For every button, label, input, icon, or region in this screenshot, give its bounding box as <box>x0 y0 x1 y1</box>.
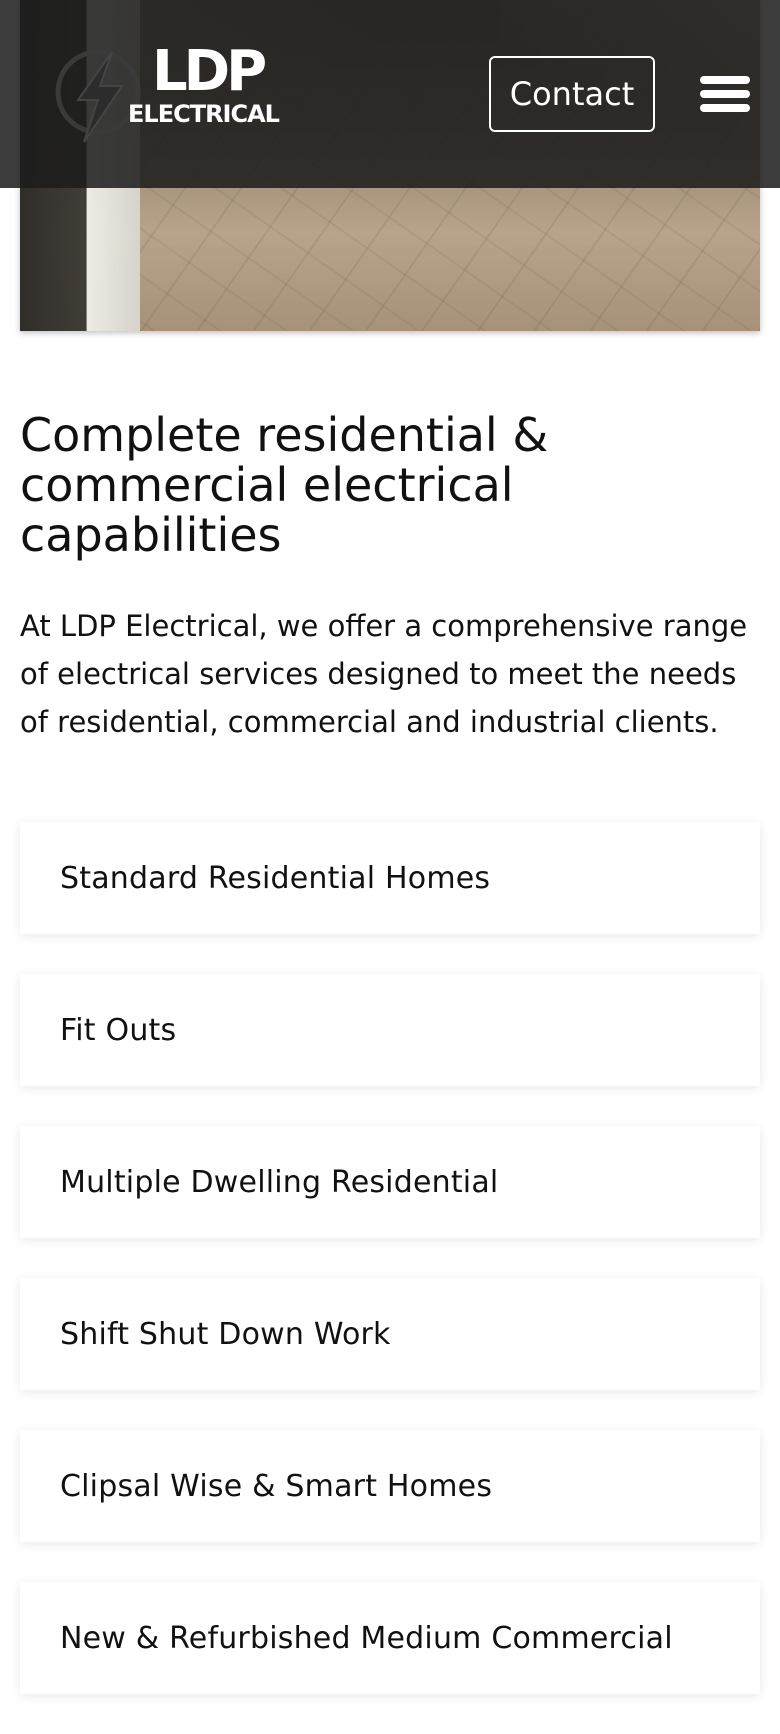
page-title: Complete residential & commercial electr… <box>20 408 549 562</box>
ldp-electrical-logo[interactable]: LDP ELECTRICAL <box>40 42 280 152</box>
logo-wordmark: LDP <box>152 39 267 104</box>
intro-paragraph: At LDP Electrical, we offer a comprehens… <box>20 609 748 739</box>
menu-bar-middle <box>700 90 750 98</box>
lightning-bolt-icon <box>55 49 141 143</box>
menu-bar-bottom <box>700 104 750 112</box>
service-label: New & Refurbished Medium Commercial <box>60 1620 673 1656</box>
service-item-multiple-dwelling-residential[interactable]: Multiple Dwelling Residential <box>20 1126 760 1238</box>
service-label: Multiple Dwelling Residential <box>60 1164 499 1200</box>
service-label: Shift Shut Down Work <box>60 1316 391 1352</box>
service-item-clipsal-wise-smart-homes[interactable]: Clipsal Wise & Smart Homes <box>20 1430 760 1542</box>
service-item-standard-residential-homes[interactable]: Standard Residential Homes <box>20 822 760 934</box>
service-label: Fit Outs <box>60 1012 177 1048</box>
services-list: Standard Residential Homes Fit Outs Mult… <box>20 822 760 1734</box>
logo-subtitle: ELECTRICAL <box>128 100 280 128</box>
menu-bar-top <box>700 76 750 84</box>
service-item-fit-outs[interactable]: Fit Outs <box>20 974 760 1086</box>
service-label: Standard Residential Homes <box>60 860 491 896</box>
site-header: LDP ELECTRICAL Contact <box>0 0 780 188</box>
service-label: Clipsal Wise & Smart Homes <box>60 1468 493 1504</box>
hamburger-menu-icon[interactable] <box>700 72 754 118</box>
service-item-new-refurbished-medium-commercial[interactable]: New & Refurbished Medium Commercial <box>20 1582 760 1694</box>
contact-button[interactable]: Contact <box>489 56 655 132</box>
service-item-shift-shut-down-work[interactable]: Shift Shut Down Work <box>20 1278 760 1390</box>
